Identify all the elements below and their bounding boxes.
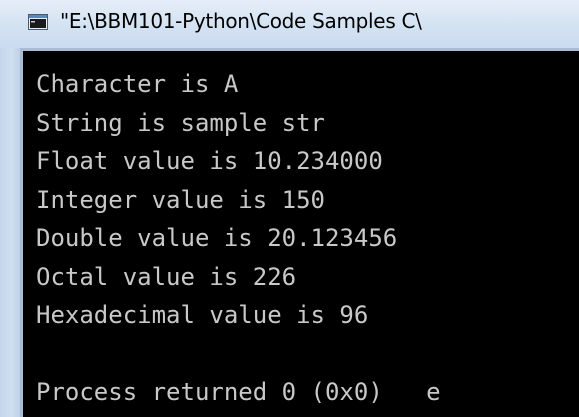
window-title: "E:\BBM101-Python\Code Samples C\	[60, 9, 422, 33]
console-line: String is sample str	[36, 108, 325, 137]
console-line: Integer value is 150	[36, 185, 325, 214]
console-line: Character is A	[36, 70, 239, 98]
console-lines: Character is A String is sample str Floa…	[36, 65, 441, 412]
title-bar[interactable]: "E:\BBM101-Python\Code Samples C\	[0, 0, 579, 48]
console-window-icon-graphic	[28, 14, 48, 30]
console-window: "E:\BBM101-Python\Code Samples C\ Charac…	[0, 0, 579, 417]
console-line: Float value is 10.234000	[36, 147, 383, 175]
console-line: Octal value is 226	[36, 262, 297, 291]
console-window-icon[interactable]	[28, 14, 48, 30]
console-line: Double value is 20.123456	[36, 224, 398, 252]
console-line: Hexadecimal value is 96	[36, 301, 369, 329]
window-frame-left	[0, 48, 20, 417]
console-output-area[interactable]: Character is A String is sample str Floa…	[20, 48, 579, 417]
console-line: Process returned 0 (0x0) e	[36, 378, 441, 406]
